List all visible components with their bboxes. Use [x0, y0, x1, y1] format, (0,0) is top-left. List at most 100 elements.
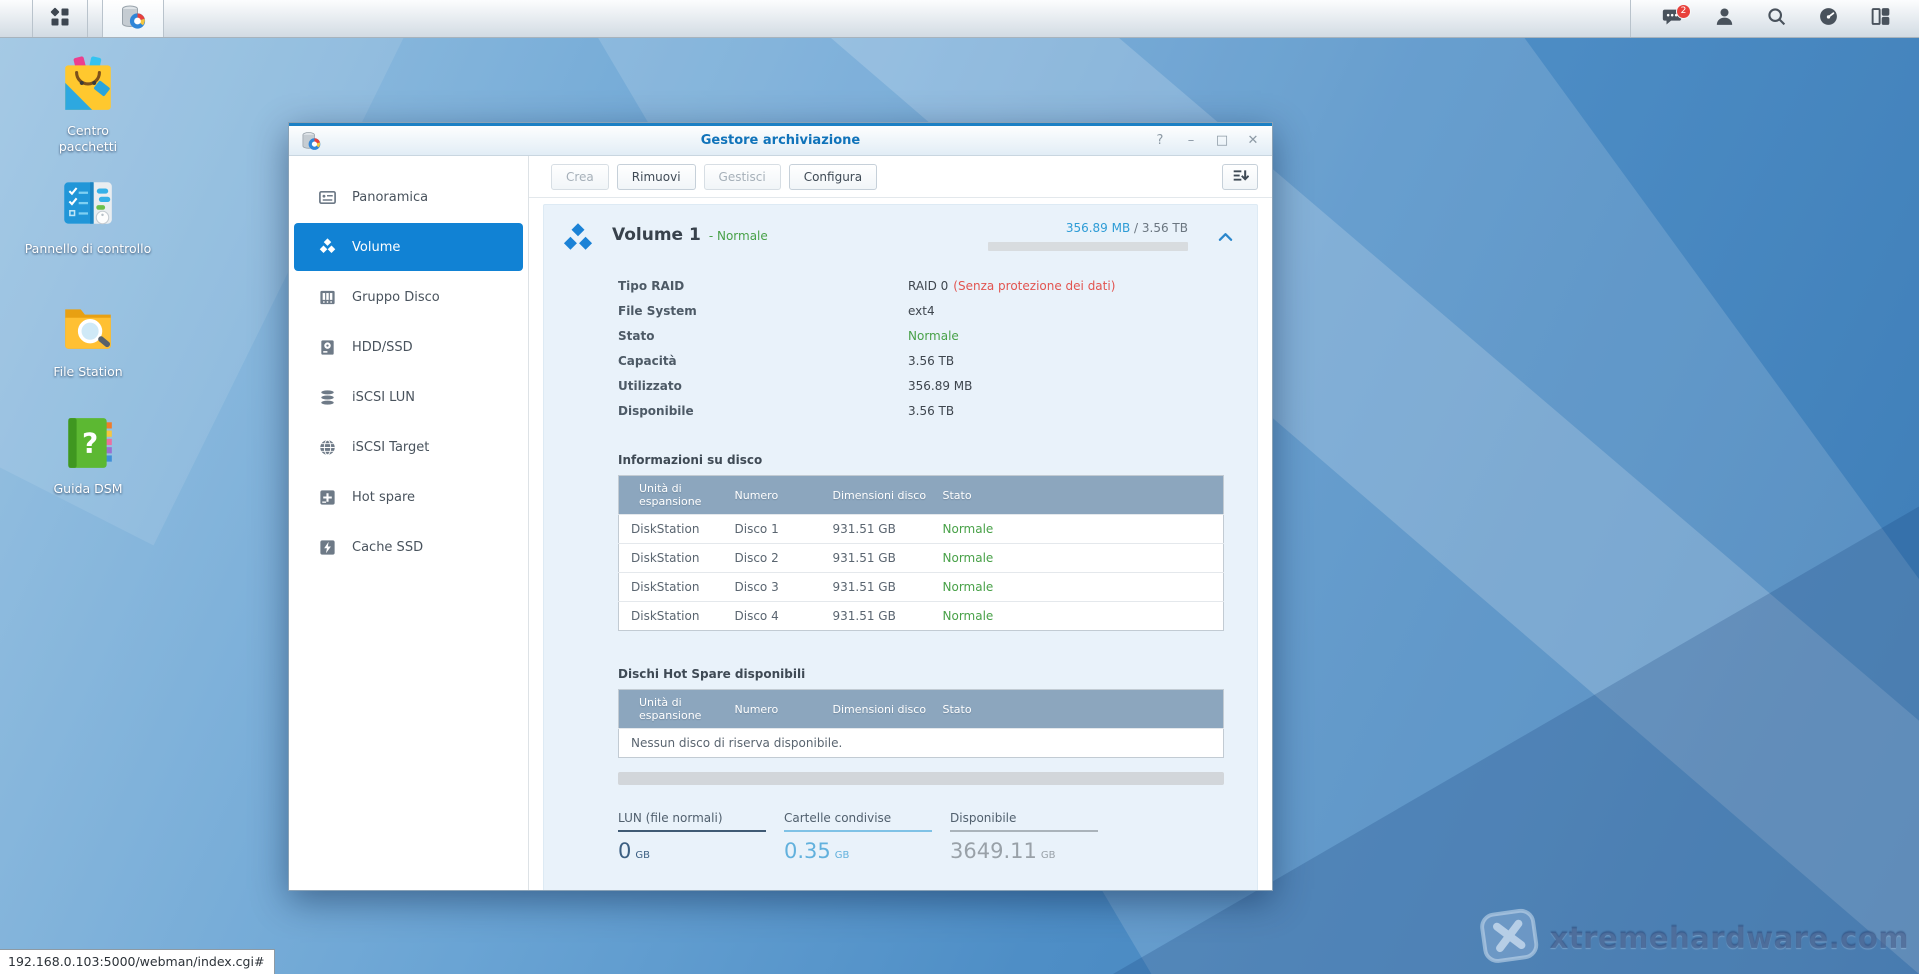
detail-row-file-system: File System ext4 — [618, 298, 1224, 323]
cell-number: Disco 2 — [725, 544, 823, 573]
widgets-icon — [1870, 6, 1891, 31]
search-button[interactable] — [1765, 8, 1787, 30]
cell-size: 931.51 GB — [823, 573, 933, 602]
storage-manager-window: Gestore archiviazione ? – □ ✕ Panoramica — [288, 122, 1273, 891]
disk-row[interactable]: DiskStation Disco 4 931.51 GB Normale — [619, 602, 1224, 631]
watermark-x-logo-icon — [1478, 908, 1542, 968]
detail-label: Capacità — [618, 354, 908, 368]
desktop-icon-control-panel[interactable]: Pannello di controllo — [8, 174, 168, 257]
desktop-icon-label: Centro pacchetti — [48, 123, 128, 154]
widgets-button[interactable] — [1869, 8, 1891, 30]
chevron-up-icon[interactable] — [1218, 227, 1233, 246]
browser-status-bar: 192.168.0.103:5000/webman/index.cgi# — [0, 949, 275, 974]
window-app-icon — [301, 131, 321, 151]
watermark: xtremehardware.com — [1478, 908, 1909, 968]
cell-status: Normale — [933, 515, 1224, 544]
volume-title: Volume 1 — [612, 225, 701, 245]
cell-unit: DiskStation — [619, 544, 725, 573]
disk-info-table: Unità di espansione Numero Dimensioni di… — [618, 475, 1224, 631]
sidebar-item-label: Panoramica — [352, 190, 428, 205]
storage-manager-taskbar-button[interactable] — [102, 0, 164, 37]
sidebar-item-iscsi-lun[interactable]: iSCSI LUN — [294, 372, 523, 422]
cell-size: 931.51 GB — [823, 602, 933, 631]
sidebar-item-iscsi-target[interactable]: iSCSI Target — [294, 422, 523, 472]
gestisci-button[interactable]: Gestisci — [704, 164, 781, 190]
window-titlebar[interactable]: Gestore archiviazione ? – □ ✕ — [289, 123, 1272, 156]
column-header: Stato — [933, 476, 1224, 515]
cache-ssd-lightning-icon — [318, 538, 337, 557]
detail-label: Disponibile — [618, 404, 908, 418]
volume-cubes-icon-large — [560, 221, 596, 259]
disk-row[interactable]: DiskStation Disco 2 931.51 GB Normale — [619, 544, 1224, 573]
disk-row[interactable]: DiskStation Disco 3 931.51 GB Normale — [619, 573, 1224, 602]
rimuovi-button[interactable]: Rimuovi — [617, 164, 696, 190]
sidebar-item-label: Hot spare — [352, 490, 415, 505]
column-header: Stato — [933, 690, 1224, 729]
close-button[interactable]: ✕ — [1246, 134, 1260, 147]
detail-value: ext4 — [908, 304, 935, 318]
cell-status: Normale — [933, 573, 1224, 602]
detail-warning: (Senza protezione dei dati) — [953, 279, 1115, 293]
system-health-button[interactable] — [1817, 8, 1839, 30]
stat-label: Disponibile — [950, 811, 1098, 832]
sidebar-item-cache-ssd[interactable]: Cache SSD — [294, 522, 523, 572]
disk-row[interactable]: DiskStation Disco 1 931.51 GB Normale — [619, 515, 1224, 544]
stat-unit: GB — [1041, 850, 1056, 861]
configura-button[interactable]: Configura — [789, 164, 877, 190]
volume-details: Tipo RAID RAID 0 (Senza protezione dei d… — [618, 273, 1224, 423]
sidebar: Panoramica Volume — [289, 156, 529, 890]
package-center-icon — [59, 56, 117, 118]
notification-badge: 2 — [1676, 4, 1691, 19]
detail-value: RAID 0 — [908, 279, 948, 293]
hot-spare-title: Dischi Hot Spare disponibili — [618, 667, 1224, 681]
sidebar-item-label: HDD/SSD — [352, 340, 413, 355]
detail-value: 3.56 TB — [908, 354, 954, 368]
horizontal-scrollbar[interactable] — [618, 772, 1224, 785]
disk-info-title: Informazioni su disco — [618, 453, 1224, 467]
maximize-button[interactable]: □ — [1215, 134, 1229, 147]
stat-label: LUN (file normali) — [618, 811, 766, 832]
sidebar-item-volume[interactable]: Volume — [294, 223, 523, 271]
gauge-icon — [1818, 6, 1839, 31]
help-button[interactable]: ? — [1153, 134, 1167, 147]
iscsi-target-globe-icon — [318, 438, 337, 457]
sidebar-item-gruppo-disco[interactable]: Gruppo Disco — [294, 272, 523, 322]
sidebar-item-label: Volume — [352, 240, 400, 255]
desktop-icon-label: File Station — [53, 364, 122, 380]
hdd-icon — [318, 338, 337, 357]
collapse-all-button[interactable] — [1222, 164, 1258, 190]
cell-size: 931.51 GB — [823, 515, 933, 544]
detail-value: Normale — [908, 329, 959, 343]
desktop-icon-package-center[interactable]: Centro pacchetti — [8, 56, 168, 154]
stat-label: Cartelle condivise — [784, 811, 932, 832]
stat-unit: GB — [835, 850, 850, 861]
detail-value: 3.56 TB — [908, 404, 954, 418]
column-header: Dimensioni disco — [823, 476, 933, 515]
control-panel-icon — [59, 174, 117, 236]
desktop-icon-label: Guida DSM — [54, 481, 123, 497]
usage-stats: LUN (file normali) 0 GB Cartelle condivis… — [618, 811, 1224, 863]
column-header: Numero — [725, 476, 823, 515]
detail-row-capacita: Capacità 3.56 TB — [618, 348, 1224, 373]
table-header-row: Unità di espansione Numero Dimensioni di… — [619, 476, 1224, 515]
stat-value: 3649.11 — [950, 839, 1037, 863]
usage-summary: 356.89 MB / 3.56 TB — [988, 221, 1188, 251]
panel-wrap: Volume 1 - Normale 356.89 MB / 3.56 TB — [529, 198, 1272, 890]
watermark-text: xtremehardware.com — [1550, 921, 1909, 955]
file-station-icon — [59, 297, 117, 359]
notifications-button[interactable]: 2 — [1661, 8, 1683, 30]
stat-value: 0 — [618, 839, 631, 863]
hot-spare-plus-icon — [318, 488, 337, 507]
sidebar-item-hdd-ssd[interactable]: HDD/SSD — [294, 322, 523, 372]
desktop-icon-dsm-help[interactable]: ? Guida DSM — [8, 414, 168, 497]
crea-button[interactable]: Crea — [551, 164, 609, 190]
sidebar-item-panoramica[interactable]: Panoramica — [294, 172, 523, 222]
storage-manager-icon — [120, 4, 146, 34]
user-menu-button[interactable] — [1713, 8, 1735, 30]
cell-number: Disco 3 — [725, 573, 823, 602]
main-menu-button[interactable] — [32, 0, 88, 37]
minimize-button[interactable]: – — [1184, 134, 1198, 147]
hot-spare-empty-row: Nessun disco di riserva disponibile. — [619, 729, 1224, 758]
sidebar-item-hot-spare[interactable]: Hot spare — [294, 472, 523, 522]
desktop-icon-file-station[interactable]: File Station — [8, 297, 168, 380]
